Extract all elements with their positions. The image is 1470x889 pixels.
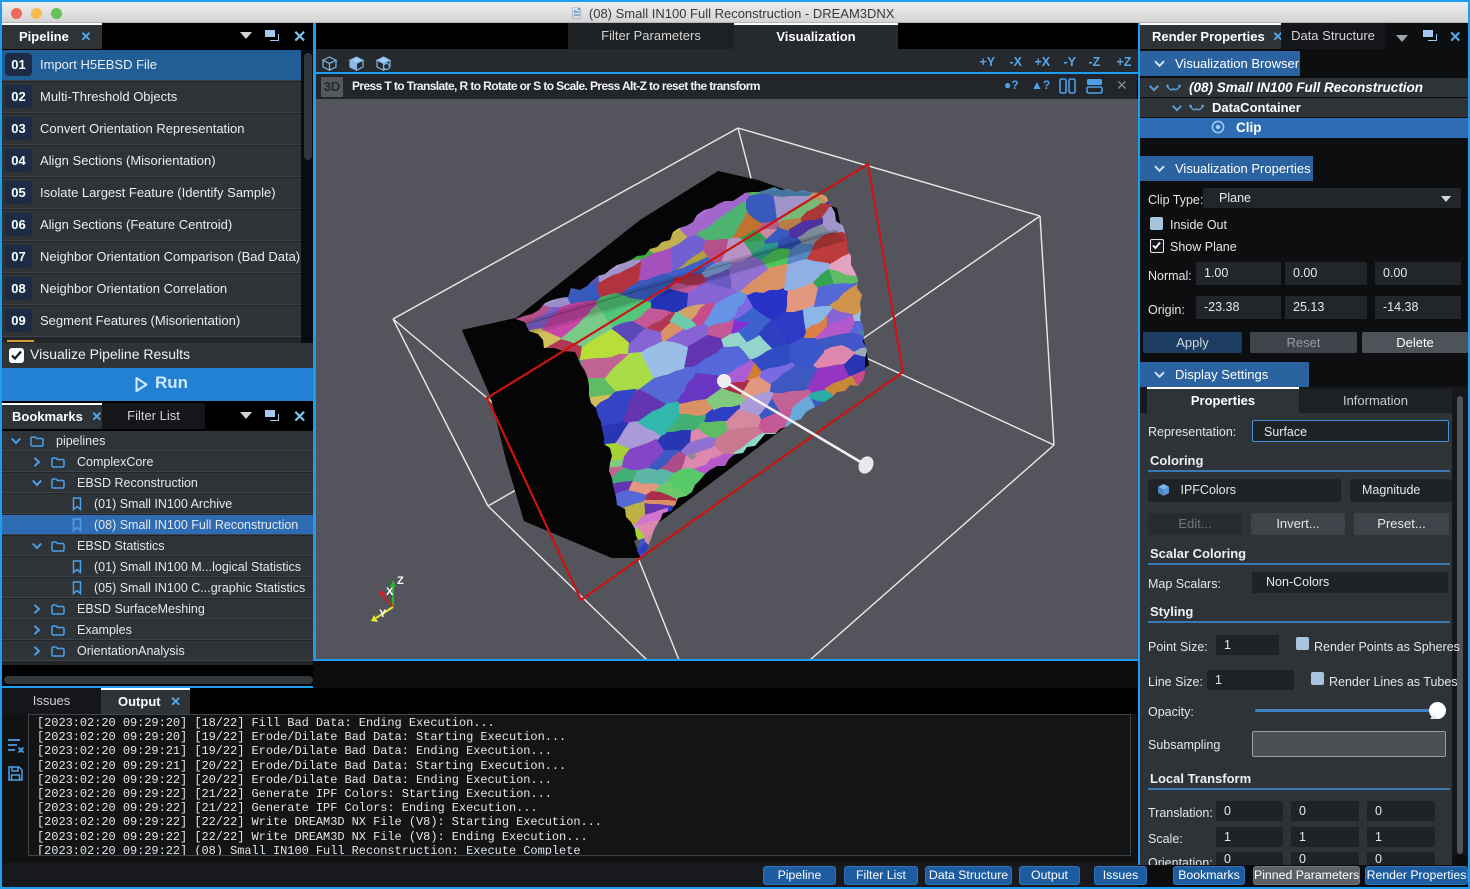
svg-text:Y: Y: [379, 608, 387, 620]
svg-text:X: X: [386, 586, 394, 598]
svg-text:Z: Z: [397, 575, 404, 587]
